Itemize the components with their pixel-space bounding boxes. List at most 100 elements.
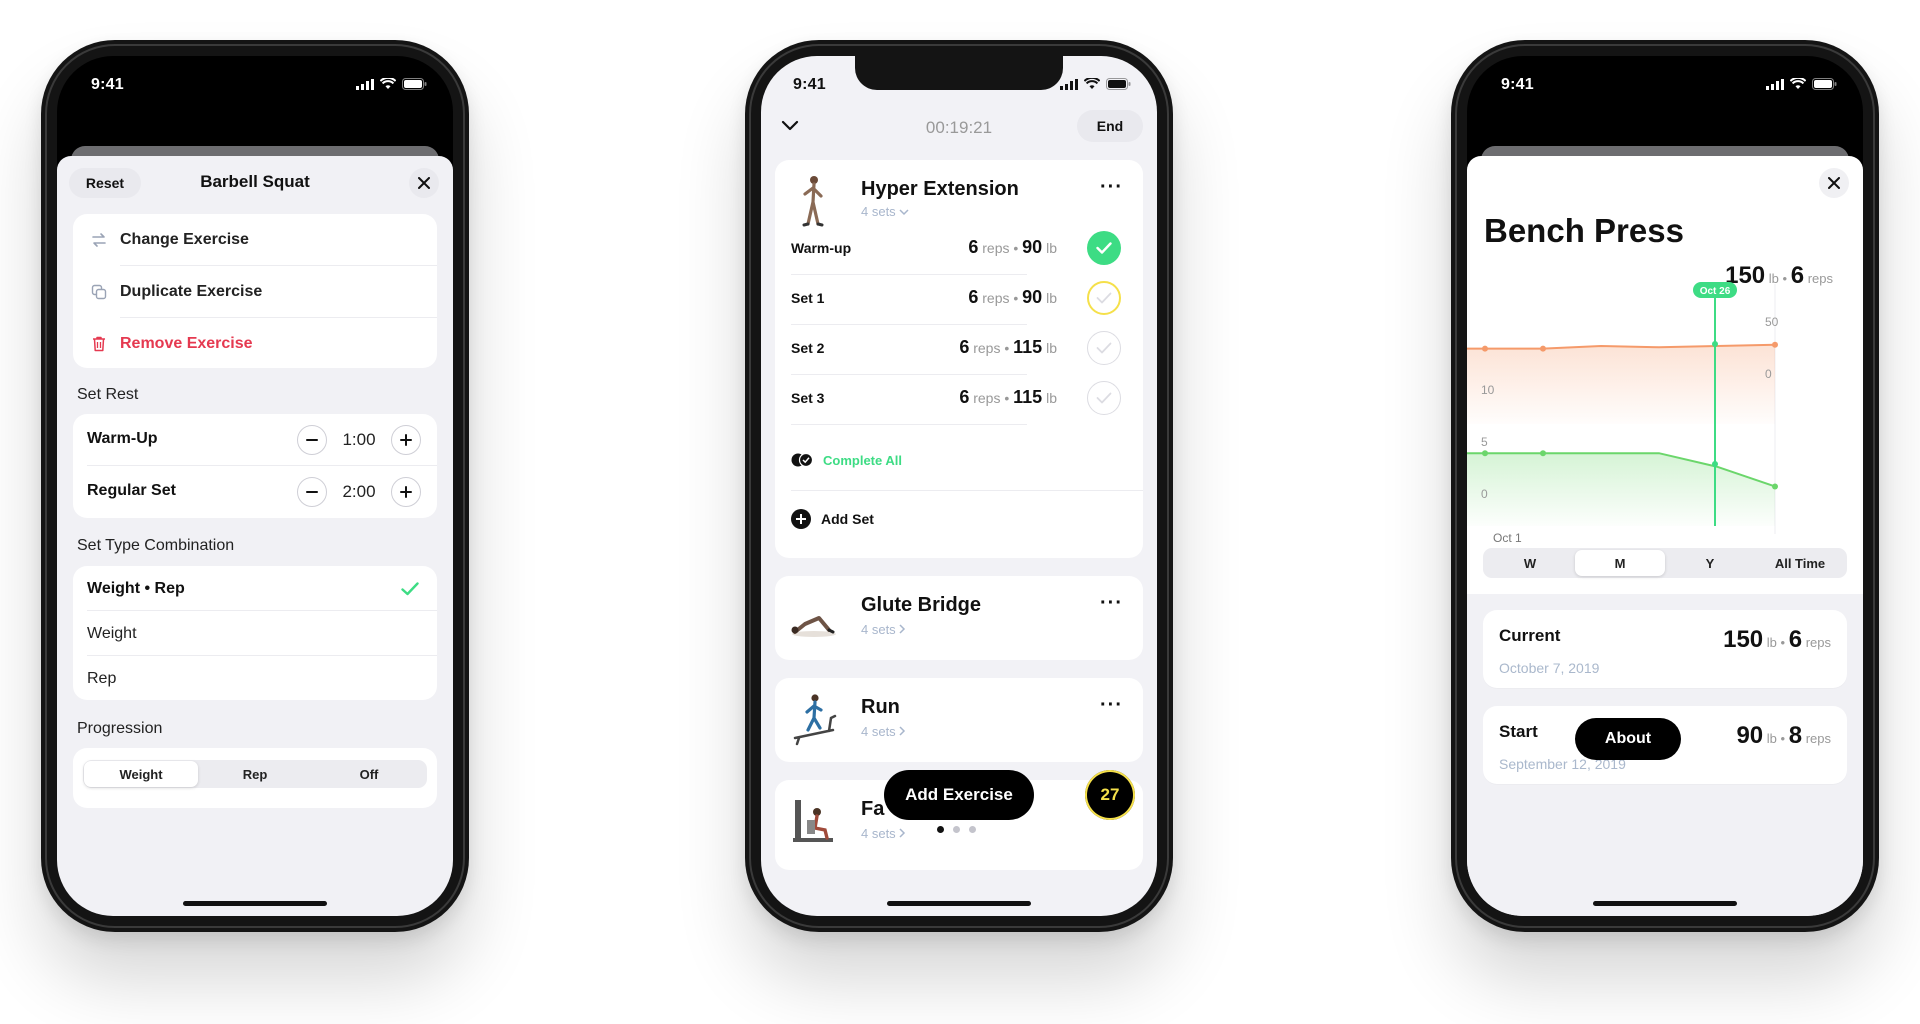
minus-icon xyxy=(306,439,318,441)
status-bar: 9:41 xyxy=(1467,56,1863,108)
set-type-option-rep[interactable]: Rep xyxy=(73,656,437,701)
swap-icon xyxy=(92,233,106,247)
phone-active-workout: 9:41 00:19:21 End Hyper Extension 4 sets… xyxy=(745,40,1173,932)
chevron-down-icon xyxy=(899,209,909,216)
range-tab-w[interactable]: W xyxy=(1485,550,1575,576)
option-label: Weight xyxy=(87,625,137,642)
screen: 9:41 Reset Barbell Squat Change Exercise xyxy=(57,56,453,916)
decrement-button[interactable] xyxy=(297,425,327,455)
phone-exercise-stats: 9:41 Bench Press 150 lb • 6 reps 1005001… xyxy=(1451,40,1879,932)
add-set-button[interactable]: Add Set xyxy=(791,508,874,530)
reps-unit: reps xyxy=(982,240,1010,256)
option-label: Rep xyxy=(87,670,117,687)
progress-chart[interactable]: 1005001050Oct 26Oct 1 xyxy=(1467,274,1863,564)
data-point xyxy=(1772,483,1778,490)
chevron-right-icon xyxy=(899,828,906,838)
duplicate-exercise-button[interactable]: Duplicate Exercise xyxy=(73,266,437,318)
close-button[interactable] xyxy=(409,168,439,198)
remove-exercise-button[interactable]: Remove Exercise xyxy=(73,318,437,370)
change-exercise-button[interactable]: Change Exercise xyxy=(73,214,437,266)
exercise-options-sheet: Reset Barbell Squat Change Exercise Dupl… xyxy=(57,156,453,916)
exercise-thumbnail xyxy=(793,800,833,842)
set-complete-toggle[interactable] xyxy=(1087,281,1121,315)
set-value: 6 reps • 115 lb xyxy=(959,337,1057,358)
complete-all-button[interactable]: Complete All xyxy=(791,450,902,470)
date-marker-label: Oct 26 xyxy=(1700,286,1731,297)
checkmark-icon xyxy=(1096,392,1112,404)
set-value: 6 reps • 90 lb xyxy=(968,287,1057,308)
reps-value: 6 xyxy=(959,337,970,357)
progression-rep-tab[interactable]: Rep xyxy=(198,761,312,787)
warmup-rest-value: 1:00 xyxy=(342,430,376,449)
increment-button[interactable] xyxy=(391,425,421,455)
data-point xyxy=(1540,450,1546,457)
upper-tick-label: 50 xyxy=(1765,315,1779,329)
progression-title: Progression xyxy=(77,720,163,737)
separator: • xyxy=(1004,340,1010,356)
reps-unit: reps xyxy=(1805,635,1831,650)
progression-off-tab[interactable]: Off xyxy=(312,761,426,787)
current-reps: 6 xyxy=(1788,626,1803,653)
weight-unit: lb xyxy=(1046,340,1057,356)
warmup-rest-row: Warm-Up 1:00 xyxy=(73,414,437,466)
separator: • xyxy=(1004,390,1010,406)
more-options-button[interactable]: ··· xyxy=(1100,176,1123,199)
regular-rest-stepper: 2:00 xyxy=(297,477,421,507)
exercise-card-run[interactable]: Run 4 sets ··· xyxy=(775,678,1143,762)
separator: • xyxy=(1780,635,1786,650)
range-tab-m[interactable]: M xyxy=(1575,550,1665,576)
range-tab-all-time[interactable]: All Time xyxy=(1755,550,1845,576)
regular-rest-value: 2:00 xyxy=(342,482,376,501)
increment-button[interactable] xyxy=(391,477,421,507)
progression-weight-tab[interactable]: Weight xyxy=(84,761,198,787)
data-point xyxy=(1540,345,1546,352)
exercise-card-glute-bridge[interactable]: Glute Bridge 4 sets ··· xyxy=(775,576,1143,660)
checkmark-icon xyxy=(1096,292,1112,304)
home-indicator xyxy=(887,901,1031,906)
progression-card: Weight Rep Off xyxy=(73,748,437,808)
set-complete-toggle[interactable] xyxy=(1087,231,1121,265)
page-dot xyxy=(969,826,976,833)
option-label: Weight • Rep xyxy=(87,580,185,597)
set-rest-card: Warm-Up 1:00 Regular Set 2:00 xyxy=(73,414,437,518)
checkmark-icon xyxy=(1096,342,1112,354)
more-options-button[interactable]: ··· xyxy=(1100,694,1123,717)
phone-exercise-options: 9:41 Reset Barbell Squat Change Exercise xyxy=(41,40,469,932)
complete-all-icon xyxy=(791,453,813,467)
close-button[interactable] xyxy=(1819,168,1849,198)
reps-value: 6 xyxy=(968,237,979,257)
checkmark-icon xyxy=(1096,242,1112,254)
series-area xyxy=(1467,453,1775,526)
duplicate-icon xyxy=(91,284,107,300)
decrement-button[interactable] xyxy=(297,477,327,507)
start-value: 90 lb • 8 reps xyxy=(1736,722,1831,750)
set-type-option-weight-rep[interactable]: Weight • Rep xyxy=(73,566,437,611)
set-type-option-weight[interactable]: Weight xyxy=(73,611,437,656)
range-segmented-control: W M Y All Time xyxy=(1483,548,1847,578)
chevron-right-icon xyxy=(899,726,906,736)
about-button[interactable]: About xyxy=(1575,718,1681,760)
status-icons xyxy=(1766,78,1837,90)
exercise-thumbnail xyxy=(793,694,837,746)
set-complete-toggle[interactable] xyxy=(1087,331,1121,365)
range-tab-y[interactable]: Y xyxy=(1665,550,1755,576)
end-workout-button[interactable]: End xyxy=(1077,110,1143,142)
marker-point xyxy=(1712,341,1718,347)
page-dot-active xyxy=(937,826,944,833)
data-point xyxy=(1482,450,1488,457)
reps-unit: reps xyxy=(982,290,1010,306)
regular-rest-row: Regular Set 2:00 xyxy=(73,466,437,518)
more-options-button[interactable]: ··· xyxy=(1100,592,1123,615)
divider xyxy=(791,490,1143,491)
sets-label: 4 sets xyxy=(861,622,896,637)
plus-icon xyxy=(400,434,412,446)
weight-unit: lb xyxy=(1766,731,1777,746)
weight-unit: lb xyxy=(1046,390,1057,406)
set-complete-toggle[interactable] xyxy=(1087,381,1121,415)
exercise-sets-label: 4 sets xyxy=(861,826,906,841)
divider xyxy=(791,424,1027,425)
exercise-sets-toggle[interactable]: 4 sets xyxy=(861,204,909,219)
add-exercise-button[interactable]: Add Exercise xyxy=(884,770,1034,820)
data-point xyxy=(1772,341,1778,348)
rest-timer-badge[interactable]: 27 xyxy=(1085,770,1135,820)
